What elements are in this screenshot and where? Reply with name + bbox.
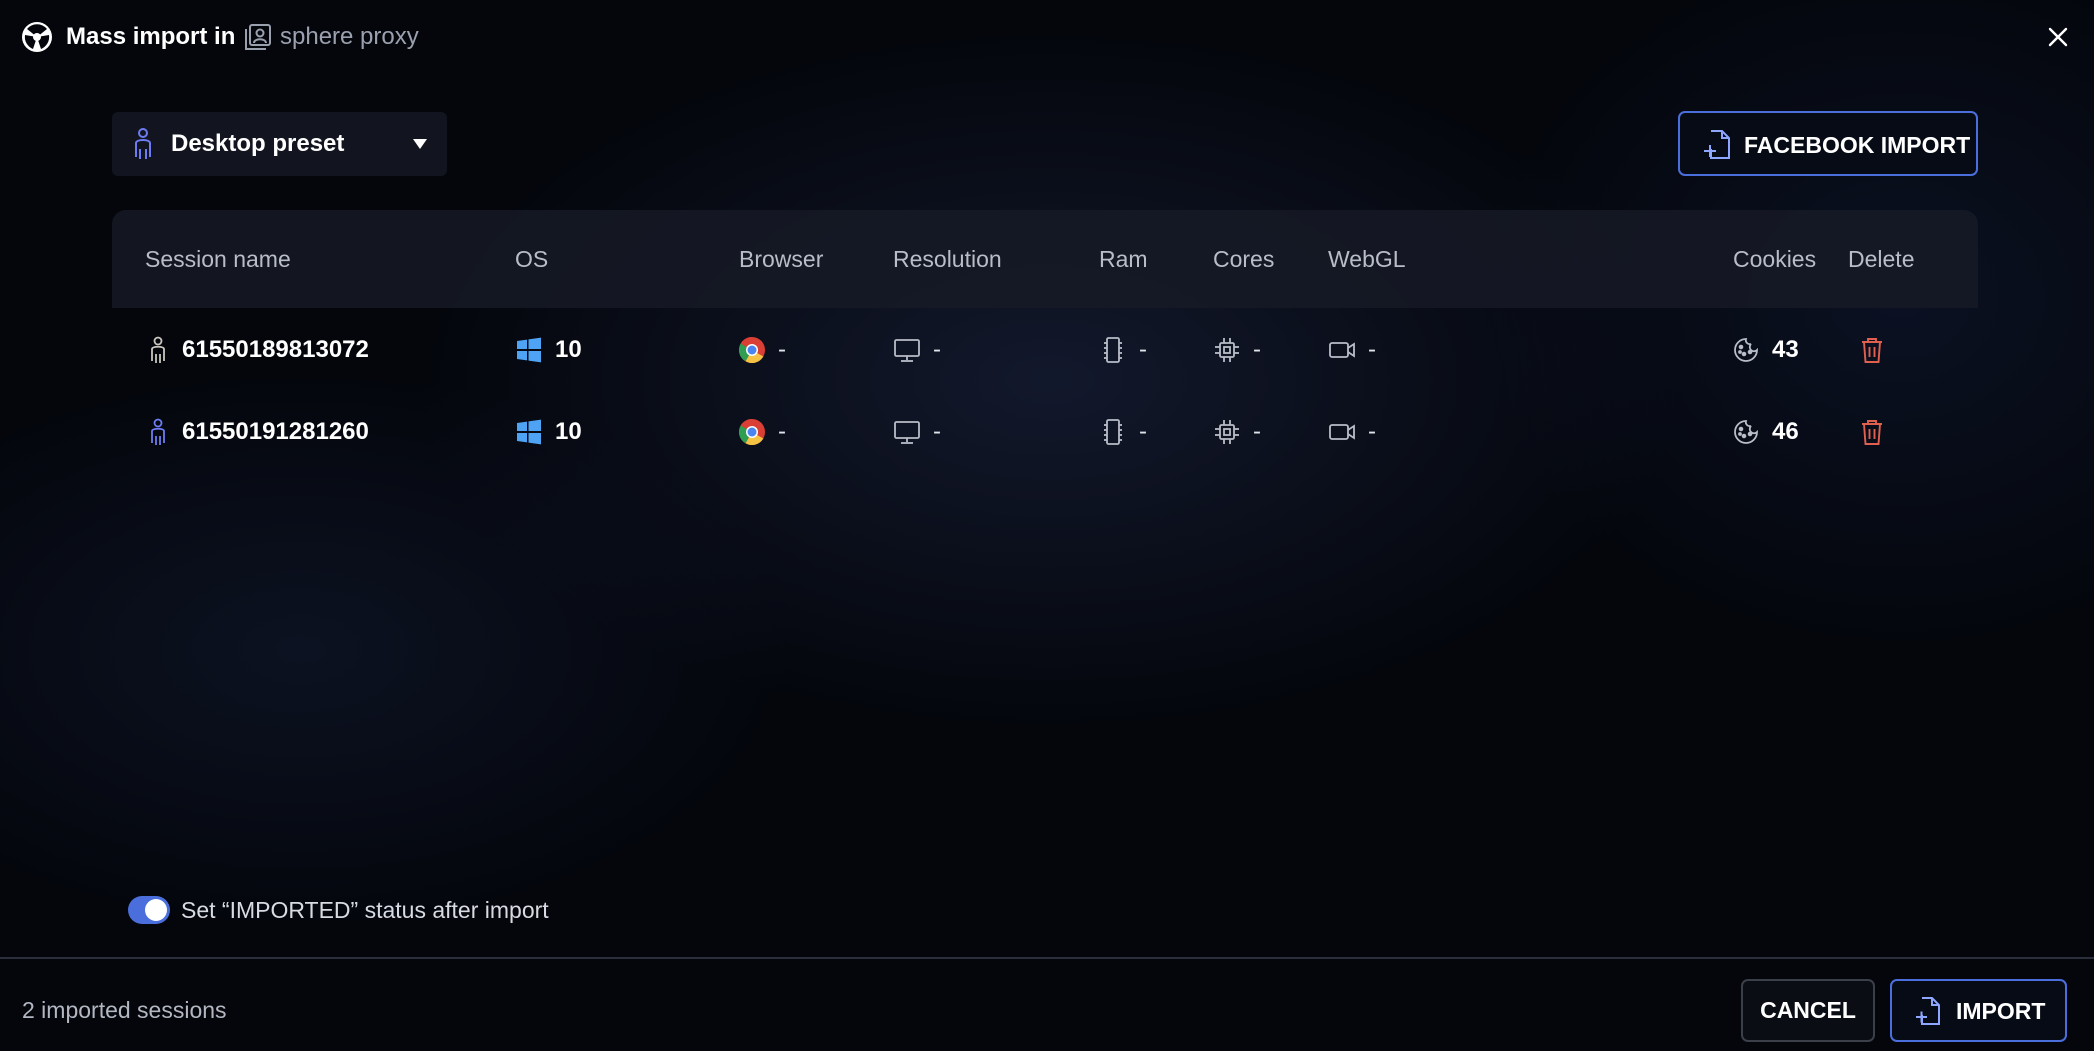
cookies-count: 46	[1772, 418, 1799, 445]
mass-import-window: Mass import in sphere proxy Desktop pres…	[0, 0, 2094, 1051]
delete-cell	[1858, 392, 1898, 472]
ram-icon	[1104, 337, 1122, 363]
webgl-cell: -	[1328, 392, 1376, 472]
trash-icon[interactable]	[1858, 418, 1886, 446]
imported-sessions-count: 2 imported sessions	[22, 997, 227, 1023]
webgl-value: -	[1368, 418, 1376, 445]
import-label: IMPORT	[1956, 998, 2046, 1024]
window-title: Mass import in	[66, 23, 236, 50]
browser-cell: -	[738, 392, 786, 472]
cores-value: -	[1253, 336, 1261, 363]
proxy-group-icon	[245, 24, 271, 50]
resolution-value: -	[933, 336, 941, 363]
import-button[interactable]: IMPORT	[1890, 979, 2067, 1042]
column-header-webgl: WebGL	[1328, 246, 1406, 272]
table-row[interactable]: 61550191281260 10 - - - - - 46	[112, 392, 1978, 472]
cpu-icon	[1215, 338, 1239, 362]
cores-cell: -	[1213, 310, 1261, 390]
browser-value: -	[778, 418, 786, 445]
close-icon[interactable]	[2043, 22, 2073, 52]
cookie-icon	[1734, 338, 1758, 362]
monitor-icon	[894, 339, 920, 362]
person-icon	[151, 336, 165, 363]
cores-cell: -	[1213, 392, 1261, 472]
preset-dropdown[interactable]: Desktop preset	[112, 112, 447, 176]
group-name: sphere proxy	[280, 23, 419, 50]
cookies-count: 43	[1772, 336, 1799, 363]
table-header: Session name OS Browser Resolution Ram C…	[112, 210, 1978, 308]
camera-icon	[1329, 342, 1355, 358]
chrome-icon	[738, 336, 765, 364]
imported-status-label: Set “IMPORTED” status after import	[181, 897, 549, 923]
sessions-table: Session name OS Browser Resolution Ram C…	[112, 210, 1978, 480]
windows-icon	[517, 419, 541, 445]
column-header-ram: Ram	[1099, 246, 1148, 272]
webgl-cell: -	[1328, 310, 1376, 390]
session-name-cell: 61550191281260	[146, 392, 369, 472]
os-version: 10	[555, 418, 582, 445]
browser-value: -	[778, 336, 786, 363]
cancel-label: CANCEL	[1760, 997, 1856, 1023]
cookies-cell: 46	[1732, 392, 1799, 472]
column-header-resolution: Resolution	[893, 246, 1002, 272]
cores-value: -	[1253, 418, 1261, 445]
monitor-icon	[894, 421, 920, 444]
resolution-cell: -	[893, 392, 941, 472]
ram-cell: -	[1099, 392, 1147, 472]
column-header-os: OS	[515, 246, 549, 272]
ram-cell: -	[1099, 310, 1147, 390]
person-icon	[151, 418, 165, 445]
cookie-icon	[1734, 420, 1758, 444]
windows-icon	[517, 337, 541, 363]
caret-down-icon	[413, 139, 427, 149]
file-add-icon	[1916, 997, 1940, 1025]
column-header-cores: Cores	[1213, 246, 1275, 272]
person-icon	[135, 128, 151, 159]
column-header-session-name: Session name	[145, 246, 291, 272]
cpu-icon	[1215, 420, 1239, 444]
toggle-knob	[145, 899, 167, 921]
column-header-cookies: Cookies	[1733, 246, 1817, 272]
facebook-import-button[interactable]: FACEBOOK IMPORT	[1678, 111, 1978, 176]
resolution-cell: -	[893, 310, 941, 390]
column-header-delete: Delete	[1848, 246, 1915, 272]
ram-value: -	[1139, 418, 1147, 445]
preset-label: Desktop preset	[171, 130, 345, 157]
ram-value: -	[1139, 336, 1147, 363]
imported-status-toggle[interactable]	[128, 896, 170, 924]
file-add-icon	[1704, 130, 1730, 159]
table-row[interactable]: 61550189813072 10 - - - - - 43	[112, 310, 1978, 390]
resolution-value: -	[933, 418, 941, 445]
cookies-cell: 43	[1732, 310, 1799, 390]
trash-icon[interactable]	[1858, 336, 1886, 364]
column-header-browser: Browser	[739, 246, 824, 272]
facebook-import-label: FACEBOOK IMPORT	[1744, 132, 1971, 158]
os-cell: 10	[515, 310, 582, 390]
chrome-icon	[738, 418, 765, 446]
ram-icon	[1104, 419, 1122, 445]
title-bar: Mass import in sphere proxy	[0, 0, 2094, 74]
browser-cell: -	[738, 310, 786, 390]
delete-cell	[1858, 310, 1898, 390]
session-name: 61550189813072	[182, 336, 369, 363]
footer-divider	[0, 957, 2094, 959]
camera-icon	[1329, 424, 1355, 440]
webgl-value: -	[1368, 336, 1376, 363]
session-name: 61550191281260	[182, 418, 369, 445]
os-cell: 10	[515, 392, 582, 472]
session-name-cell: 61550189813072	[146, 310, 369, 390]
cancel-button[interactable]: CANCEL	[1741, 979, 1875, 1042]
os-version: 10	[555, 336, 582, 363]
app-logo-icon	[22, 22, 52, 52]
